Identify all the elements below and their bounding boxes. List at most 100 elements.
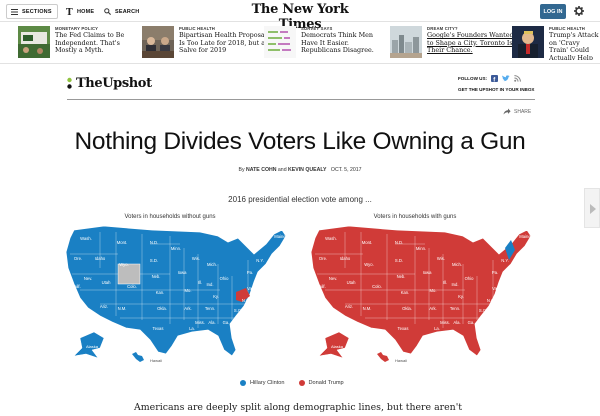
state-label: Ore. [74,256,82,261]
state-label: N.D. [150,240,158,245]
ribbon-story[interactable]: DREAM CITY? Google's Founders Wanted to … [390,26,514,60]
story-headline[interactable]: Bipartisan Health Proposal Is Too Late f… [179,31,267,55]
state-label: Wash. [325,236,337,241]
story-headline[interactable]: Google's Founders Wanted to Shape a City… [427,31,515,55]
state-label: Nev. [329,276,337,281]
graphic-title: 2016 presidential election vote among ..… [228,195,372,204]
state-label: Ariz. [100,304,108,309]
upshot-dots-icon [67,77,72,89]
state-label: Ga. [468,320,475,325]
state-label: Wyo. [119,262,129,267]
story-headline[interactable]: Trump's Attack on 'Cravy Train' Could Ac… [549,31,600,60]
state-label: S.D. [395,258,403,263]
state-label: Hawaii [150,358,162,363]
state-label: N.Y. [256,258,264,263]
ribbon-story[interactable]: MONETARY POLICY The Fed Claims to Be Ind… [18,26,132,60]
author-link[interactable]: KEVIN QUEALY [288,167,326,173]
author-link[interactable]: NATE COHN [246,167,276,173]
state-label: Ohio [465,276,475,281]
hamburger-icon [11,8,18,15]
state-label: Iowa [423,270,433,275]
state-label: Tenn. [205,306,215,311]
state-label: Minn. [171,246,181,251]
newsletter-signup-link[interactable]: GET THE UPSHOT IN YOUR INBOX [458,87,535,92]
state-label: Ark. [429,306,436,311]
state-label: Miss. [195,320,205,325]
state-label: Tenn. [450,306,460,311]
header-divider [67,99,535,100]
state-label: Ind. [207,282,214,287]
login-button[interactable]: LOG IN [540,4,566,19]
byline-by: By [238,167,245,173]
state-label: Hawaii [395,358,407,363]
state-label: Maine [519,234,531,239]
gear-icon[interactable] [573,5,585,17]
ribbon-story[interactable]: PUBLIC HEALTH Bipartisan Health Proposal… [142,26,267,60]
share-button[interactable]: SHARE [503,108,531,115]
rss-icon[interactable] [514,75,521,82]
state-label: Idaho [340,256,351,261]
state-label: Pa. [247,270,253,275]
top-navigation: SECTIONS T HOME SEARCH The New York Time… [0,0,600,32]
home-button[interactable]: T HOME [66,4,94,19]
state-label: Wis. [192,256,200,261]
story-thumbnail [512,26,544,58]
state-hawaii[interactable] [132,352,144,362]
state-label: Mich. [452,262,462,267]
state-label: Texas [398,326,409,331]
state-label: Calif. [316,284,326,289]
state-label: Okla. [157,306,167,311]
story-headline[interactable]: Democrats Think Men Have It Easier. Repu… [301,31,389,55]
story-ribbon: MONETARY POLICY The Fed Claims to Be Ind… [0,22,600,64]
twitter-icon[interactable] [502,75,510,82]
state-label: S.D. [150,258,158,263]
upshot-logo[interactable]: TheUpshot [67,76,152,91]
facebook-icon[interactable]: f [491,75,499,82]
state-label: Mo. [185,288,192,293]
byline-and: and [277,167,287,173]
state-label: Ark. [184,306,191,311]
state-label: Ohio [220,276,230,281]
svg-text:T: T [66,8,73,16]
map-label-no-guns: Voters in households without guns [124,214,216,220]
state-hawaii[interactable] [377,352,389,362]
state-label: N.C. [487,298,495,303]
state-label: Okla. [402,306,412,311]
search-icon [104,8,111,15]
search-label: SEARCH [115,8,140,15]
next-article-button[interactable] [584,188,600,228]
state-label: Alaska [331,344,344,349]
story-thumbnail [390,26,422,58]
state-label: Va. [247,286,253,291]
state-label: Ariz. [345,304,353,309]
state-label: Colo. [127,284,137,289]
sections-button[interactable]: SECTIONS [6,4,58,19]
state-label: Ala. [208,320,215,325]
state-label: Idaho [95,256,106,261]
state-label: Mont. [117,240,127,245]
sections-label: SECTIONS [22,8,52,15]
legend-swatch [240,380,246,386]
state-label: Ill. [443,280,447,285]
follow-label: FOLLOW US: [458,76,488,81]
story-thumbnail [18,26,50,58]
state-label: Ill. [198,280,202,285]
search-button[interactable]: SEARCH [104,4,139,19]
state-label: Kan. [401,290,410,295]
ribbon-story[interactable]: SURVEY SAYS Democrats Think Men Have It … [264,26,384,60]
state-label: Wash. [80,236,92,241]
follow-us: FOLLOW US: f [458,75,521,82]
us-map-with-guns: Wash. Ore. Calif. Idaho Nev. Utah Ariz. Mont. Wy… [310,225,532,363]
story-thumbnail [264,26,296,58]
nyt-t-icon: T [66,8,73,16]
state-label: S.C. [479,308,487,313]
map-label-with-guns: Voters in households with guns [373,214,457,220]
state-wyoming-no-data[interactable] [117,263,141,285]
state-label: Ala. [453,320,460,325]
story-headline[interactable]: The Fed Claims to Be Independent. That's… [55,31,143,55]
legend-label: Donald Trump [308,380,344,386]
state-label: Neb. [397,274,406,279]
state-label: La. [189,326,195,331]
state-label: Fla. [235,338,242,343]
ribbon-story[interactable]: PUBLIC HEALTH Trump's Attack on 'Cravy T… [512,26,600,60]
